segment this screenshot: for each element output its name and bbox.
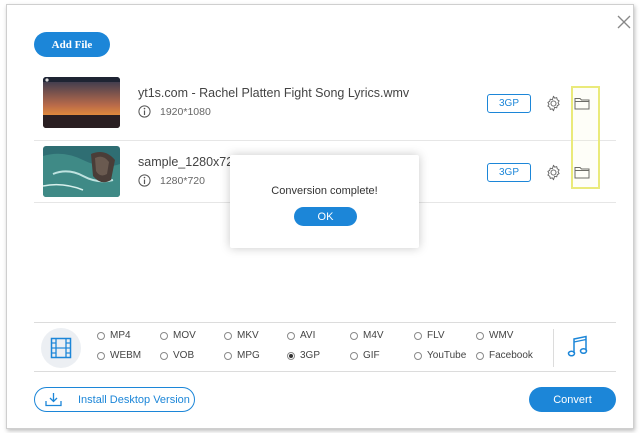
radio-button[interactable] bbox=[97, 351, 105, 360]
radio-button[interactable] bbox=[414, 331, 422, 340]
format-option-m4v[interactable]: M4V bbox=[350, 330, 384, 341]
format-option-mpg[interactable]: MPG bbox=[224, 350, 260, 361]
video-thumbnail bbox=[43, 77, 120, 128]
radio-button[interactable] bbox=[350, 351, 358, 360]
gear-icon[interactable] bbox=[545, 95, 562, 112]
ok-button[interactable]: OK bbox=[294, 207, 357, 226]
install-desktop-button[interactable]: Install Desktop Version bbox=[34, 387, 195, 412]
file-resolution: 1920*1080 bbox=[160, 105, 211, 118]
convert-button[interactable]: Convert bbox=[529, 387, 616, 412]
close-icon[interactable] bbox=[615, 13, 633, 31]
format-option-gif[interactable]: GIF bbox=[350, 350, 380, 361]
video-thumbnail bbox=[43, 146, 120, 197]
file-resolution: 1280*720 bbox=[160, 174, 205, 187]
file-row: yt1s.com - Rachel Platten Fight Song Lyr… bbox=[34, 72, 616, 135]
download-icon bbox=[45, 393, 62, 407]
radio-button[interactable] bbox=[160, 331, 168, 340]
format-option-wmv[interactable]: WMV bbox=[476, 330, 513, 341]
file-name: sample_1280x720. bbox=[138, 155, 244, 169]
video-format-tab[interactable] bbox=[41, 328, 81, 368]
radio-button[interactable] bbox=[350, 331, 358, 340]
radio-button-selected[interactable] bbox=[287, 351, 295, 360]
folder-icon[interactable] bbox=[574, 165, 590, 179]
format-option-facebook[interactable]: Facebook bbox=[476, 350, 533, 361]
conversion-complete-dialog: Conversion complete! OK bbox=[230, 155, 419, 248]
file-name: yt1s.com - Rachel Platten Fight Song Lyr… bbox=[138, 86, 410, 100]
divider bbox=[553, 329, 554, 367]
radio-button[interactable] bbox=[476, 351, 484, 360]
radio-button[interactable] bbox=[97, 331, 105, 340]
folder-icon[interactable] bbox=[574, 96, 590, 110]
format-selector: MP4 MOV MKV AVI M4V FLV WMV WEBM VOB MPG… bbox=[34, 322, 616, 372]
converter-window: Add File yt1s.com - Rachel Platten Fight… bbox=[6, 4, 634, 429]
format-option-vob[interactable]: VOB bbox=[160, 350, 194, 361]
format-option-mov[interactable]: MOV bbox=[160, 330, 196, 341]
format-option-mp4[interactable]: MP4 bbox=[97, 330, 131, 341]
add-file-button[interactable]: Add File bbox=[34, 32, 110, 57]
radio-button[interactable] bbox=[287, 331, 295, 340]
info-icon[interactable] bbox=[138, 105, 151, 118]
format-option-youtube[interactable]: YouTube bbox=[414, 350, 466, 361]
output-format-button[interactable]: 3GP bbox=[487, 94, 531, 113]
gear-icon[interactable] bbox=[545, 164, 562, 181]
format-option-3gp[interactable]: 3GP bbox=[287, 350, 320, 361]
radio-button[interactable] bbox=[160, 351, 168, 360]
music-note-icon[interactable] bbox=[566, 335, 588, 359]
format-option-avi[interactable]: AVI bbox=[287, 330, 315, 341]
info-icon[interactable] bbox=[138, 174, 151, 187]
radio-button[interactable] bbox=[224, 351, 232, 360]
radio-button[interactable] bbox=[476, 331, 484, 340]
radio-button[interactable] bbox=[414, 351, 422, 360]
film-icon bbox=[50, 337, 72, 359]
format-option-mkv[interactable]: MKV bbox=[224, 330, 259, 341]
output-format-button[interactable]: 3GP bbox=[487, 163, 531, 182]
format-option-webm[interactable]: WEBM bbox=[97, 350, 141, 361]
dialog-message: Conversion complete! bbox=[271, 185, 378, 197]
radio-button[interactable] bbox=[224, 331, 232, 340]
format-option-flv[interactable]: FLV bbox=[414, 330, 445, 341]
